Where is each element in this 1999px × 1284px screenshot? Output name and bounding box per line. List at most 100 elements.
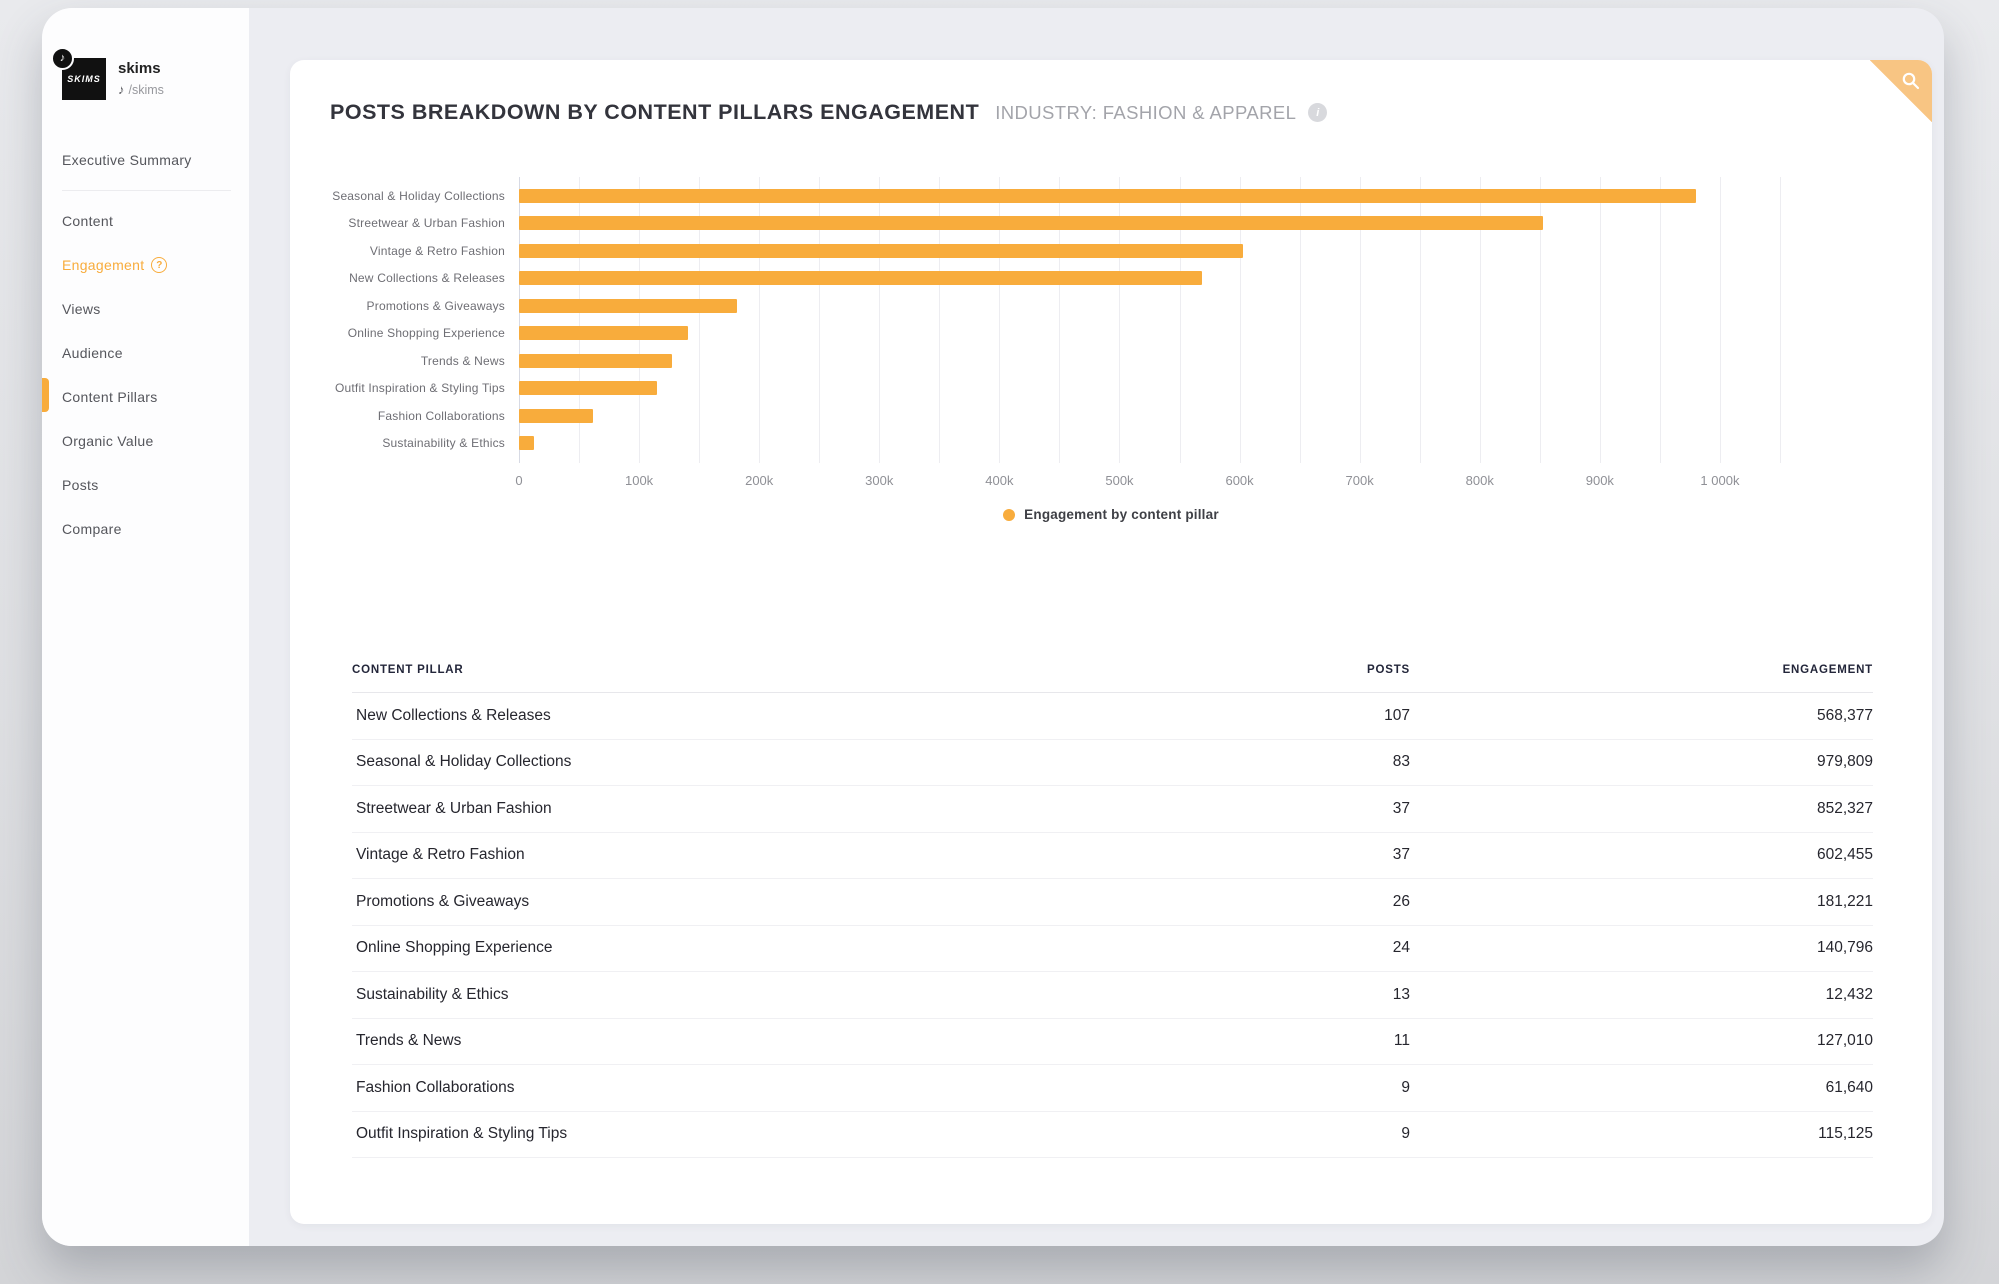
sidebar-item-label: Content Pillars [62, 389, 158, 405]
cell-content-pillar: Vintage & Retro Fashion [356, 846, 525, 864]
sidebar-item-label: Views [62, 301, 101, 317]
sidebar-menu: Executive Summary Content Engagement? Views… [62, 138, 235, 551]
legend-dot-icon [1003, 508, 1016, 521]
cell-engagement: 115,125 [1818, 1125, 1873, 1143]
chart-category-label: Fashion Collaborations [377, 408, 505, 423]
chart-row-new-collections-releases: New Collections & Releases [349, 265, 1780, 293]
chart-category-label: Online Shopping Experience [347, 326, 505, 341]
chart-legend[interactable]: Engagement by content pillar [290, 507, 1932, 522]
sidebar: SKIMS ♪ skims ♪ /skims Executive Summary… [42, 8, 249, 1246]
table-row-outfit-inspiration-styling-tips: Outfit Inspiration & Styling Tips 9 115,12… [352, 1112, 1873, 1158]
cell-posts: 37 [1392, 846, 1410, 864]
bar-outfit-inspiration-styling-tips [519, 381, 658, 396]
x-tick-label: 700k [1345, 473, 1374, 488]
cell-engagement: 181,221 [1816, 892, 1873, 910]
chart-row-fashion-collaborations: Fashion Collaborations [378, 402, 1780, 430]
column-header-engagement: Engagement [1782, 664, 1873, 676]
industry-subtitle: INDUSTRY: FASHION & APPAREL [995, 101, 1297, 123]
brand-text: skims ♪ /skims [118, 58, 164, 97]
tiktok-badge-icon: ♪ [51, 47, 74, 70]
active-item-indicator [42, 378, 49, 412]
info-icon[interactable]: i [1308, 103, 1328, 122]
sidebar-item-organic-value[interactable]: Organic Value [62, 419, 235, 463]
cell-posts: 24 [1392, 939, 1410, 957]
table-row-online-shopping-experience: Online Shopping Experience 24 140,796 [352, 926, 1873, 972]
sidebar-item-label: Content [62, 213, 114, 229]
x-tick-label: 900k [1585, 473, 1614, 488]
cell-posts: 9 [1401, 1125, 1410, 1143]
x-tick-label: 0 [515, 473, 523, 488]
sidebar-item-compare[interactable]: Compare [62, 507, 235, 551]
cell-engagement: 140,796 [1816, 939, 1873, 957]
x-tick-label: 800k [1465, 473, 1494, 488]
sidebar-item-views[interactable]: Views [62, 287, 235, 331]
help-icon[interactable]: ? [151, 257, 168, 273]
brand-name: skims [118, 60, 161, 77]
x-tick-label: 200k [745, 473, 774, 488]
brand-handle: ♪ /skims [118, 82, 164, 97]
cell-engagement: 979,809 [1816, 753, 1873, 771]
sidebar-item-label: Compare [62, 521, 122, 537]
sidebar-item-content-pillars[interactable]: Content Pillars [62, 375, 235, 419]
chart-category-label: Promotions & Giveaways [366, 298, 505, 313]
cell-engagement: 127,010 [1816, 1032, 1873, 1050]
search-corner-button[interactable] [1870, 60, 1932, 122]
chart-category-label: Seasonal & Holiday Collections [332, 188, 505, 203]
cell-posts: 37 [1392, 799, 1410, 817]
sidebar-item-audience[interactable]: Audience [62, 331, 235, 375]
table-row-streetwear-urban-fashion: Streetwear & Urban Fashion 37 852,327 [352, 786, 1873, 833]
pillar-table: Content pillar Posts Engagement New Collec… [352, 664, 1873, 1158]
chart-row-streetwear-urban-fashion: Streetwear & Urban Fashion [348, 210, 1780, 238]
skims-logo-text: SKIMS [67, 74, 101, 84]
bar-fashion-collaborations [519, 408, 594, 423]
column-header-content-pillar: Content pillar [352, 664, 464, 676]
cell-posts: 13 [1392, 985, 1410, 1003]
cell-posts: 9 [1401, 1078, 1410, 1096]
bar-new-collections-releases [519, 271, 1202, 286]
cell-content-pillar: Streetwear & Urban Fashion [356, 799, 552, 817]
sidebar-item-label: Audience [62, 345, 123, 361]
chart-category-label: Trends & News [420, 353, 505, 368]
cell-posts: 107 [1384, 706, 1410, 724]
sidebar-item-label: Executive Summary [62, 152, 192, 168]
x-tick-label: 600k [1225, 473, 1254, 488]
cell-posts: 11 [1393, 1032, 1410, 1050]
sidebar-item-label: Engagement [62, 257, 145, 273]
bar-online-shopping-experience [519, 326, 689, 341]
cell-posts: 83 [1392, 753, 1410, 771]
cell-content-pillar: Promotions & Giveaways [356, 892, 530, 910]
sidebar-item-executive-summary[interactable]: Executive Summary [62, 138, 235, 182]
sidebar-item-content[interactable]: Content [62, 199, 235, 243]
cell-content-pillar: Seasonal & Holiday Collections [356, 753, 572, 771]
cell-engagement: 602,455 [1816, 846, 1873, 864]
cell-content-pillar: Sustainability & Ethics [356, 985, 509, 1003]
x-tick-label: 300k [865, 473, 894, 488]
table-row-promotions-giveaways: Promotions & Giveaways 26 181,221 [352, 879, 1873, 926]
bar-sustainability-ethics [519, 436, 534, 451]
table-row-trends-news: Trends & News 11 127,010 [352, 1019, 1873, 1065]
x-tick-label: 1 000k [1700, 473, 1740, 488]
chart-category-label: Sustainability & Ethics [382, 436, 505, 451]
table-row-vintage-retro-fashion: Vintage & Retro Fashion 37 602,455 [352, 833, 1873, 879]
chart-category-label: Streetwear & Urban Fashion [348, 216, 505, 231]
x-tick-label: 500k [1105, 473, 1134, 488]
chart-row-vintage-retro-fashion: Vintage & Retro Fashion [370, 237, 1780, 265]
report-header: POSTS BREAKDOWN BY CONTENT PILLARS ENGAG… [330, 100, 1892, 125]
cell-content-pillar: Online Shopping Experience [356, 939, 553, 957]
cell-engagement: 852,327 [1816, 799, 1873, 817]
app-window: SKIMS ♪ skims ♪ /skims Executive Summary… [42, 8, 1944, 1246]
sidebar-item-engagement[interactable]: Engagement? [62, 243, 235, 287]
cell-content-pillar: Trends & News [356, 1032, 462, 1050]
sidebar-item-label: Posts [62, 477, 99, 493]
chart-row-sustainability-ethics: Sustainability & Ethics [382, 430, 1780, 458]
table-row-fashion-collaborations: Fashion Collaborations 9 61,640 [352, 1065, 1873, 1112]
chart-category-label: Vintage & Retro Fashion [369, 243, 505, 258]
sidebar-item-posts[interactable]: Posts [62, 463, 235, 507]
brand: SKIMS ♪ skims ♪ /skims [51, 47, 235, 100]
cell-content-pillar: New Collections & Releases [356, 706, 551, 724]
engagement-bar-chart: Seasonal & Holiday Collections Streetwear… [290, 177, 1932, 522]
brand-handle-text: /skims [128, 82, 164, 97]
chart-row-outfit-inspiration-styling-tips: Outfit Inspiration & Styling Tips [335, 375, 1780, 403]
x-tick-label: 400k [985, 473, 1014, 488]
table-header: Content pillar Posts Engagement [352, 664, 1873, 693]
